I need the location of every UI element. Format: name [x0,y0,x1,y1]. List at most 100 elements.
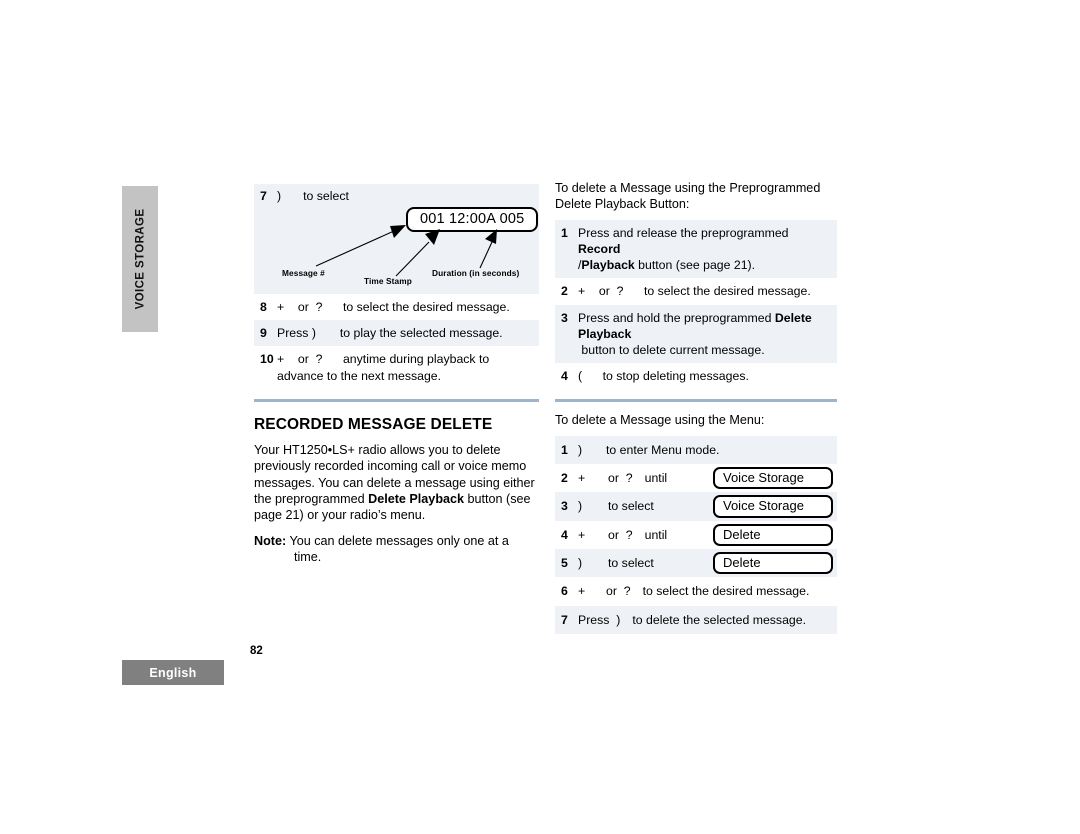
menu-step-row: 6 + or ? to select the desired message. [555,577,837,606]
preprogrammed-button-steps-table: 1 Press and release the preprogrammed Reco… [555,219,837,390]
step-number: 5 [561,556,568,571]
radio-display-box: Delete [713,523,833,547]
section-divider [254,398,539,402]
step-number: 7 [561,612,568,627]
side-tab-label: VOICE STORAGE [134,208,146,310]
language-tab: English [122,660,224,685]
step-row: 10 + or ? anytime during playback to advan… [254,346,539,389]
menu-key-glyph: ) [578,556,583,571]
page-number: 82 [250,645,263,657]
step-number: 4 [561,527,568,542]
step-text: button (see page 21). [634,258,756,273]
radio-display-readout: 001 12:00A 005 [406,207,539,232]
manual-page: VOICE STORAGE 7 ) to select 001 12:00A 0… [0,0,1080,834]
step-text-tail: until [644,471,668,486]
step-text: to select [608,499,654,514]
step-text: to delete the selected message. [632,612,807,627]
step-body: + or ? anytime during playback to advance… [277,351,535,383]
callout-label-duration: Duration (in seconds) [432,268,520,278]
step-text: Press and hold the preprogrammed [578,310,775,325]
step-text: to play the selected message. [315,326,503,341]
step-text: to select the desired message. [322,300,510,314]
menu-key-glyph: ) [277,189,282,203]
intro-preprogrammed-button: To delete a Message using the Preprogram… [555,181,821,212]
section-body-paragraph: Your HT1250•LS+ radio allows you to dele… [254,442,539,524]
menu-step-row: 2 + or ? until Voice Storage [555,464,837,493]
left-steps-table: 8 + or ? to select the desired message. 9 P… [254,294,539,389]
step-row: 2 + or ? to select the desired message. [555,278,837,305]
menu-key-glyph: + [578,471,586,486]
menu-step-row: 7 Press ) to delete the selected message. [555,605,837,634]
step-number: 3 [561,499,568,514]
step-body: ( to stop deleting messages. [578,368,833,384]
menu-key-glyph: + [578,584,586,599]
step-text: ? [315,352,323,367]
step-text: + [578,284,586,299]
section-divider-right [555,399,837,403]
note-block: Note: You can delete messages only one a… [254,533,539,566]
callout-label-message-number: Message # [282,268,325,278]
step-text: or [585,284,617,299]
step-text: anytime during playback to [322,352,490,367]
step-text: ? [616,284,624,299]
step-text: advance to the next message. [277,368,442,383]
step-body: Press and release the preprogrammed Recor… [578,225,833,274]
step-text-tail: to select the desired message. [642,584,810,599]
step-row: 3 Press and hold the preprogrammed Delete… [555,304,837,364]
step-body: Press ) to play the selected message. [277,325,535,341]
note-label: Note: [254,533,287,548]
menu-step-row: 4 + or ? until Delete [555,520,837,550]
step-7-line: 7 ) to select [260,189,535,203]
step-7-text: to select [303,189,349,203]
step-text: to stop deleting messages. [582,369,749,384]
bold-term: Playback [581,258,635,273]
menu-steps-table: 1) to enter Menu mode. 2 + or ? until Voice St… [555,435,837,634]
step-number: 6 [561,584,568,599]
step-row-illustration: 7 ) to select 001 12:00A 005 Message # T… [254,184,539,294]
language-tab-label: English [149,665,197,680]
step-row: 4 ( to stop deleting messages. [555,363,837,390]
menu-key-glyph: ) [578,442,583,457]
step-text: or [284,300,316,314]
note-text: You can delete messages only one at a ti… [286,533,509,565]
step-number: 3 [561,310,568,325]
intro-menu-method: To delete a Message using the Menu: [555,413,765,428]
step-number: 4 [561,369,568,384]
step-number: 2 [561,284,568,299]
step-text: or ? [608,471,633,486]
step-text: to enter Menu mode. [606,442,720,457]
step-text: ? [315,300,323,314]
step-text-tail: until [644,527,668,542]
bold-term: Delete Playback [368,491,465,506]
step-text: + [277,300,285,314]
page-title: RECORDED MESSAGE DELETE [254,415,493,433]
bold-term: Record [578,241,621,256]
step-body: Press and hold the preprogrammed Delete P… [578,310,833,359]
radio-display-box: Voice Storage [713,495,833,518]
menu-key-glyph: Press ) [578,612,621,627]
side-tab-voice-storage: VOICE STORAGE [122,186,158,332]
step-text: or ? [608,527,633,542]
step-number: 10 [260,352,274,367]
step-text: or [284,352,316,367]
step-text: to select the desired message. [623,284,811,299]
step-number: 7 [260,189,267,203]
menu-key-glyph: ) [578,499,583,514]
step-body: + or ? to select the desired message. [578,283,833,299]
step-number: 1 [561,442,568,457]
step-text: to select [608,556,654,571]
step-text: or ? [606,584,631,599]
step-text: Press and release the preprogrammed [578,225,789,240]
callout-label-time-stamp: Time Stamp [364,276,412,286]
step-text: Press [277,326,312,341]
menu-step-row: 3) to select Voice Storage [555,492,837,521]
radio-display-box: Delete [713,552,833,575]
step-row: 9 Press ) to play the selected message. [254,320,539,347]
radio-display-box: Voice Storage [713,467,833,490]
bold-term: Delete [774,310,812,325]
right-column: To delete a Message using the Preprogram… [555,180,837,634]
menu-step-row: 1) to enter Menu mode. [555,435,837,465]
bold-term: Playback [578,326,632,341]
step-row: 1 Press and release the preprogrammed Reco… [555,219,837,279]
step-number: 9 [260,326,267,341]
